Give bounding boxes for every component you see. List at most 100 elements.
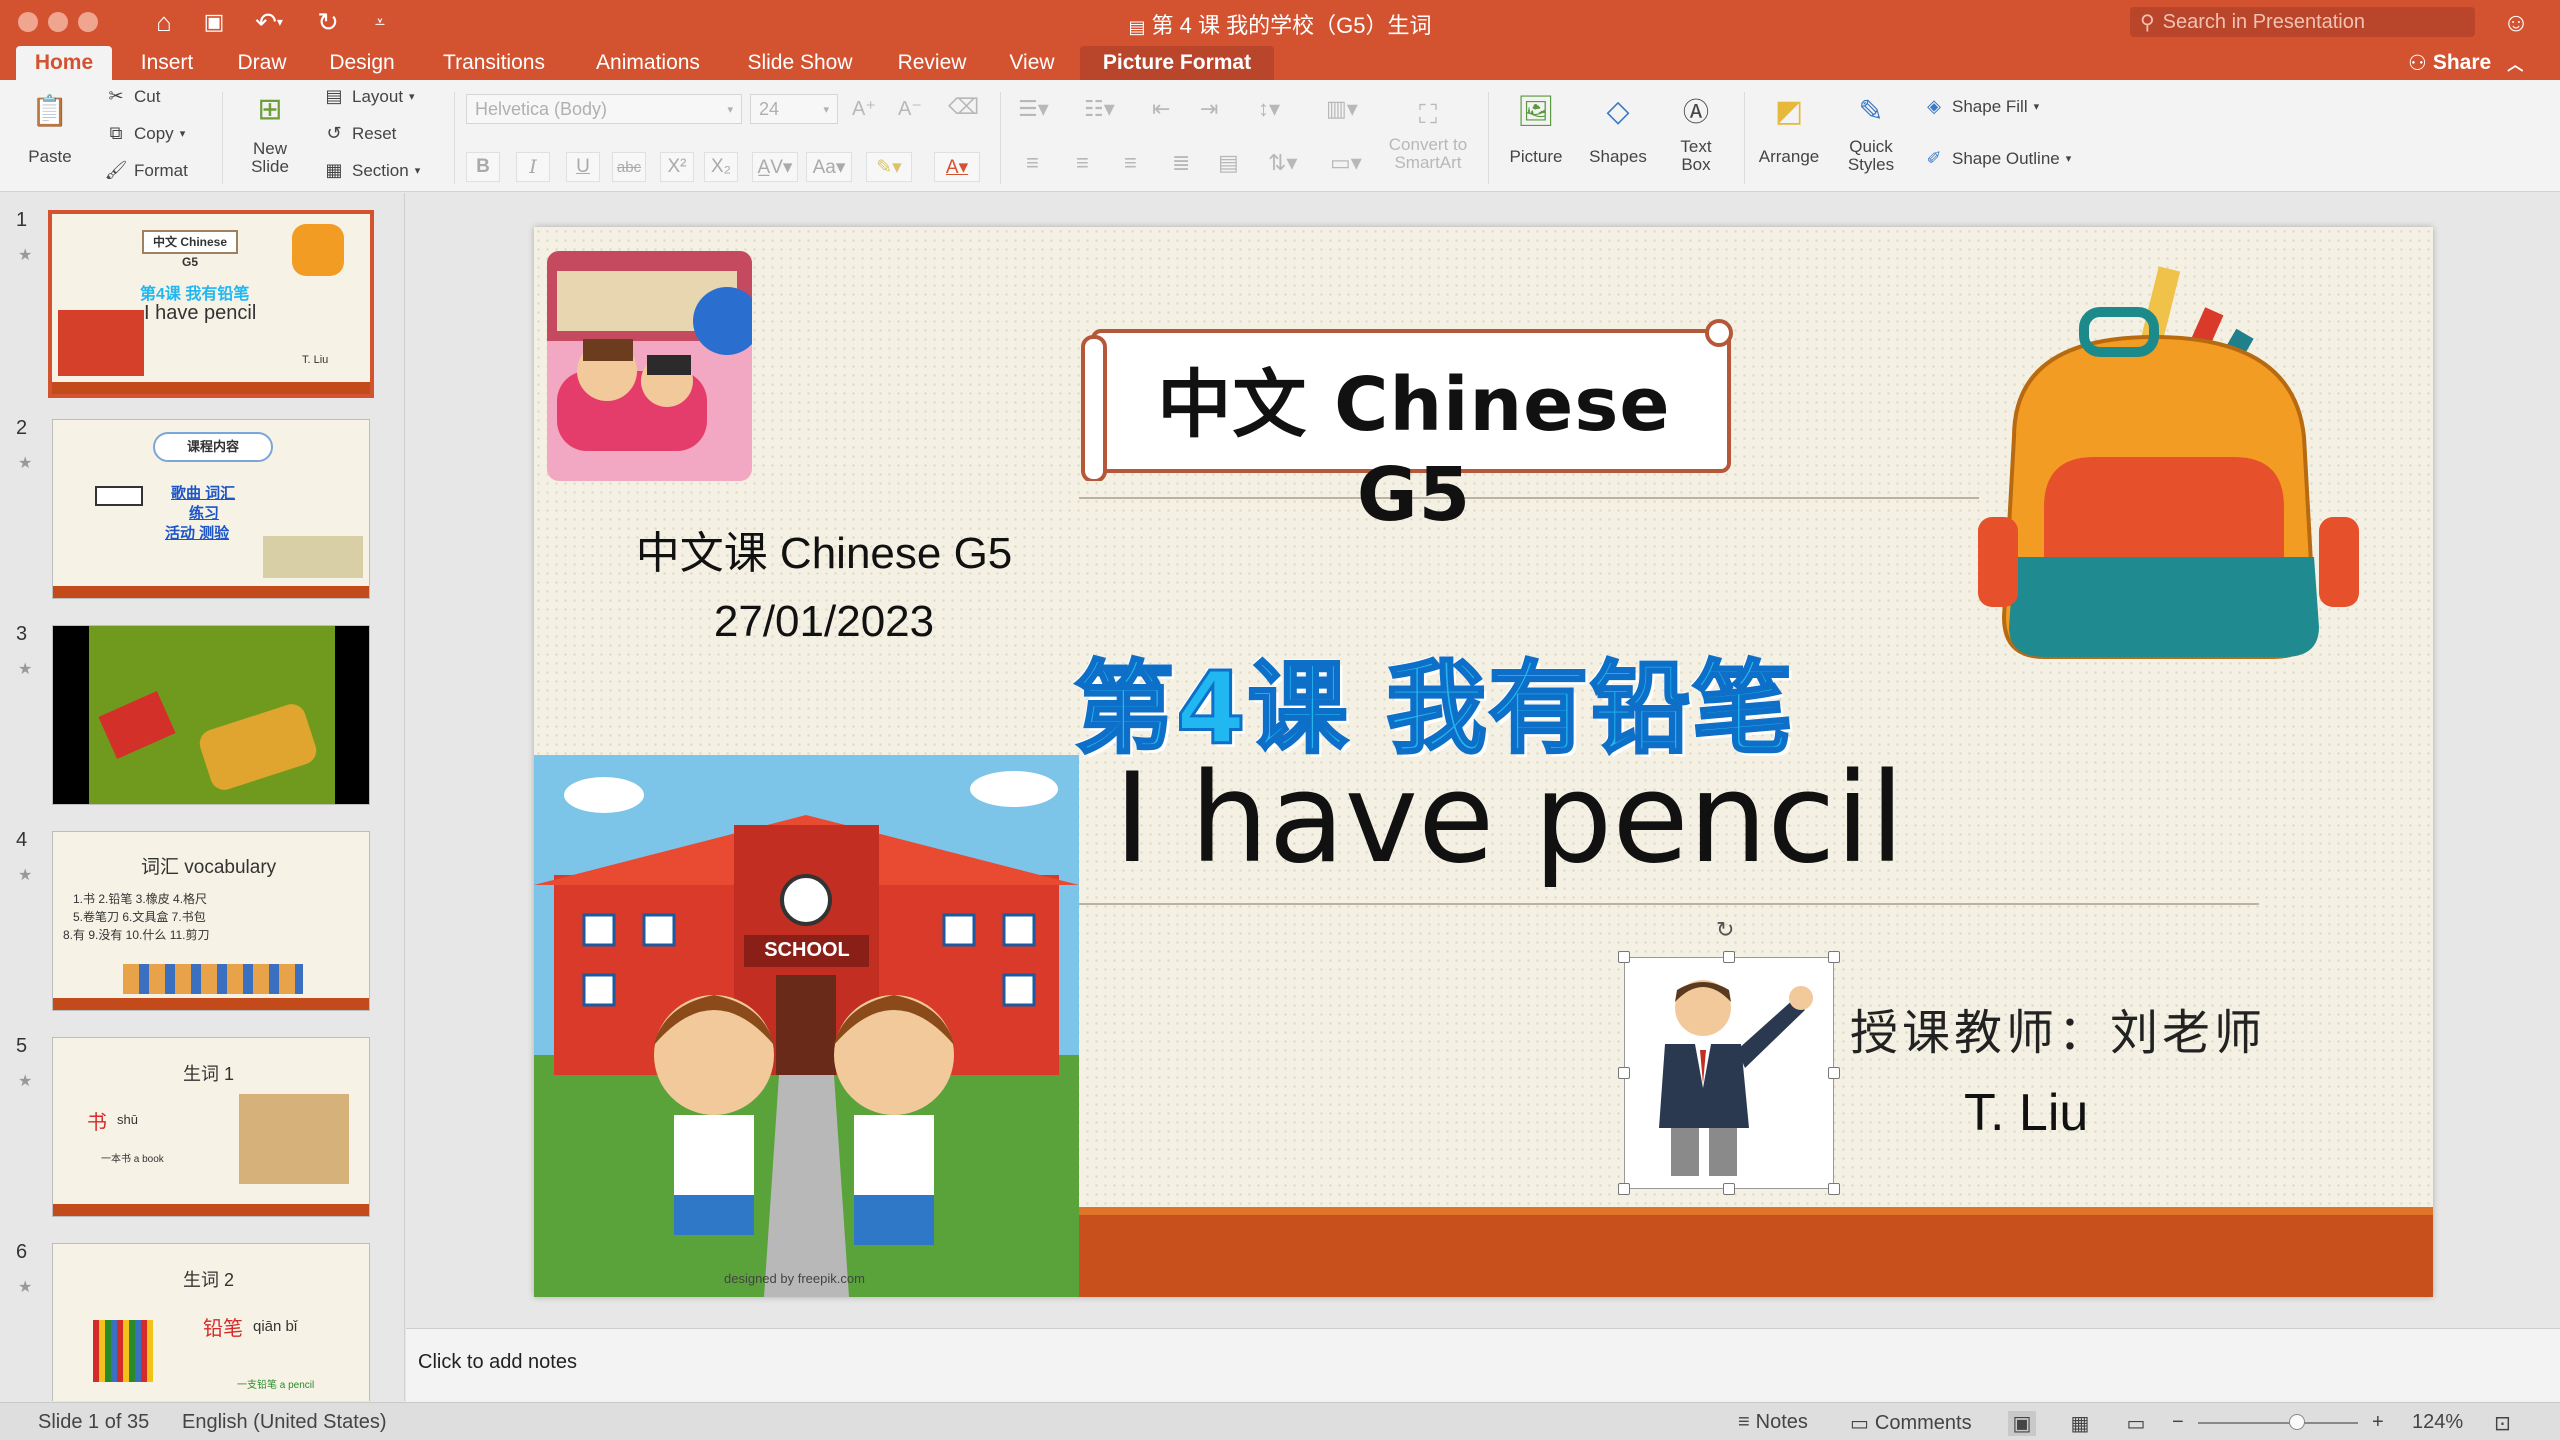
- format-painter-button[interactable]: 🖌 Format: [104, 160, 188, 181]
- resize-handle[interactable]: [1723, 951, 1735, 963]
- new-slide-button[interactable]: ⊞ New Slide: [230, 88, 310, 176]
- tab-animations[interactable]: Animations: [578, 46, 718, 80]
- highlight-color-button[interactable]: ✎▾: [866, 152, 912, 182]
- school-children-image[interactable]: SCHOOL designed by freepik.com: [534, 755, 1079, 1297]
- justify-icon[interactable]: ≣: [1172, 150, 1190, 176]
- tab-picture-format[interactable]: Picture Format: [1080, 46, 1274, 80]
- zoom-slider[interactable]: [2198, 1422, 2358, 1424]
- character-spacing-button[interactable]: A̲V▾: [752, 152, 798, 182]
- backpack-image[interactable]: [1974, 257, 2364, 677]
- insert-picture-button[interactable]: 🖼 Picture: [1496, 90, 1576, 166]
- cut-button[interactable]: ✂ Cut: [104, 86, 160, 107]
- columns-icon[interactable]: ▥▾: [1326, 96, 1358, 122]
- collapse-ribbon-icon[interactable]: ︿: [2507, 51, 2523, 75]
- arrange-button[interactable]: ◩ Arrange: [1746, 90, 1832, 166]
- change-case-button[interactable]: Aa▾: [806, 152, 852, 182]
- zoom-level[interactable]: 124%: [2412, 1411, 2463, 1434]
- decrease-indent-icon[interactable]: ⇤: [1152, 96, 1170, 122]
- bullets-icon[interactable]: ☰▾: [1018, 96, 1049, 122]
- slide-thumbnail-3[interactable]: [52, 625, 370, 805]
- text-direction-icon[interactable]: ⇅▾: [1268, 150, 1297, 176]
- arrange-icon: ◩: [1774, 95, 1804, 128]
- tab-insert[interactable]: Insert: [124, 46, 210, 80]
- teacher-image-selected[interactable]: [1624, 957, 1834, 1189]
- tab-review[interactable]: Review: [882, 46, 982, 80]
- font-size-select[interactable]: 24 ▾: [750, 94, 838, 124]
- line-spacing-icon[interactable]: ↕▾: [1258, 96, 1280, 122]
- resize-handle[interactable]: [1723, 1183, 1735, 1195]
- resize-handle[interactable]: [1618, 1183, 1630, 1195]
- notes-pane[interactable]: Click to add notes: [406, 1328, 2560, 1402]
- reading-view-icon[interactable]: ▭: [2122, 1411, 2150, 1436]
- tab-slide-show[interactable]: Slide Show: [732, 46, 868, 80]
- search-input[interactable]: ⚲ Search in Presentation: [2130, 7, 2475, 37]
- resize-handle[interactable]: [1618, 1067, 1630, 1079]
- comments-toggle-button[interactable]: ▭ Comments: [1850, 1411, 1972, 1436]
- bold-button[interactable]: B: [466, 152, 500, 182]
- rotate-handle-icon[interactable]: ↻: [1716, 917, 1734, 943]
- align-center-icon[interactable]: ≡: [1076, 150, 1089, 176]
- align-text-icon[interactable]: ▭▾: [1330, 150, 1362, 176]
- resize-handle[interactable]: [1828, 1067, 1840, 1079]
- shape-fill-button[interactable]: ◈ Shape Fill ▾: [1922, 96, 2039, 117]
- kids-in-car-image[interactable]: [547, 251, 752, 481]
- tab-home[interactable]: Home: [16, 46, 112, 80]
- fit-to-window-icon[interactable]: ⊡: [2494, 1411, 2511, 1436]
- section-icon: ▦: [325, 160, 343, 180]
- convert-to-smartart-button[interactable]: ⛶ Convert to SmartArt: [1380, 92, 1476, 172]
- slide-sorter-icon[interactable]: ▦: [2066, 1411, 2094, 1436]
- tab-draw[interactable]: Draw: [224, 46, 300, 80]
- grow-font-icon[interactable]: A⁺: [852, 96, 876, 121]
- copy-button[interactable]: ⧉ Copy ▾: [104, 123, 186, 144]
- school-sign: SCHOOL: [764, 939, 850, 961]
- slide-number: 6: [16, 1241, 28, 1263]
- clear-formatting-icon[interactable]: ⌫: [948, 94, 979, 120]
- font-name-select[interactable]: Helvetica (Body) ▾: [466, 94, 742, 124]
- zoom-in-button[interactable]: +: [2372, 1411, 2384, 1434]
- arrow-icon: [95, 486, 143, 506]
- resize-handle[interactable]: [1828, 951, 1840, 963]
- shape-outline-button[interactable]: ✐ Shape Outline ▾: [1922, 148, 2071, 169]
- thumb-text: 8.有 9.没有 10.什么 11.剪刀: [63, 928, 210, 942]
- feedback-smiley-icon[interactable]: ☺: [2496, 6, 2536, 38]
- insert-text-box-button[interactable]: Ⓐ Text Box: [1656, 90, 1736, 174]
- quick-styles-icon: ✎: [1858, 95, 1884, 128]
- language-indicator[interactable]: English (United States): [182, 1411, 387, 1434]
- slide-thumbnail-6[interactable]: 生词 2 铅笔 qiān bǐ 一支铅笔 a pencil: [52, 1243, 370, 1401]
- resize-handle[interactable]: [1618, 951, 1630, 963]
- superscript-button[interactable]: X²: [660, 152, 694, 182]
- tab-design[interactable]: Design: [314, 46, 410, 80]
- increase-indent-icon[interactable]: ⇥: [1200, 96, 1218, 122]
- slide-thumbnail-2[interactable]: 课程内容 歌曲 词汇 练习 活动 测验: [52, 419, 370, 599]
- slide-thumbnail-1[interactable]: 中文 Chinese G5 第4课 我有铅笔 I have pencil T. …: [48, 210, 374, 398]
- tab-transitions[interactable]: Transitions: [424, 46, 564, 80]
- underline-button[interactable]: U: [566, 152, 600, 182]
- distributed-icon[interactable]: ▤: [1218, 150, 1239, 176]
- notes-placeholder[interactable]: Click to add notes: [418, 1351, 577, 1374]
- share-button[interactable]: ⚇ Share ︿: [2408, 46, 2523, 80]
- tab-view[interactable]: View: [996, 46, 1068, 80]
- section-button[interactable]: ▦ Section ▾: [322, 160, 420, 181]
- font-color-button[interactable]: A▾: [934, 152, 980, 182]
- insert-shapes-button[interactable]: ◇ Shapes: [1578, 90, 1658, 166]
- quick-styles-button[interactable]: ✎ Quick Styles: [1828, 90, 1914, 174]
- slide-thumbnail-5[interactable]: 生词 1 书 shū 一本书 a book: [52, 1037, 370, 1217]
- slide-thumbnail-4[interactable]: 词汇 vocabulary 1.书 2.铅笔 3.橡皮 4.格尺 5.卷笔刀 6…: [52, 831, 370, 1011]
- paste-button[interactable]: 📋 Paste: [14, 90, 86, 166]
- zoom-out-button[interactable]: −: [2172, 1411, 2184, 1434]
- numbering-icon[interactable]: ☷▾: [1084, 96, 1115, 122]
- shrink-font-icon[interactable]: A⁻: [898, 96, 922, 121]
- align-right-icon[interactable]: ≡: [1124, 150, 1137, 176]
- reset-button[interactable]: ↺ Reset: [322, 123, 396, 144]
- layout-button[interactable]: ▤ Layout ▾: [322, 86, 414, 107]
- strikethrough-button[interactable]: abc: [612, 152, 646, 182]
- normal-view-icon[interactable]: ▣: [2008, 1411, 2036, 1436]
- title-bar: ⌂ ▣ ↶ ▾ ↻ ⩡ ▤ 第 4 课 我的学校（G5）生词 ⚲ Search in …: [0, 0, 2560, 44]
- notes-toggle-button[interactable]: ≡ Notes: [1738, 1411, 1808, 1434]
- align-left-icon[interactable]: ≡: [1026, 150, 1039, 176]
- star-icon: ★: [18, 1073, 33, 1090]
- italic-button[interactable]: I: [516, 152, 550, 182]
- resize-handle[interactable]: [1828, 1183, 1840, 1195]
- subscript-button[interactable]: X₂: [704, 152, 738, 182]
- zoom-slider-knob[interactable]: [2289, 1414, 2306, 1430]
